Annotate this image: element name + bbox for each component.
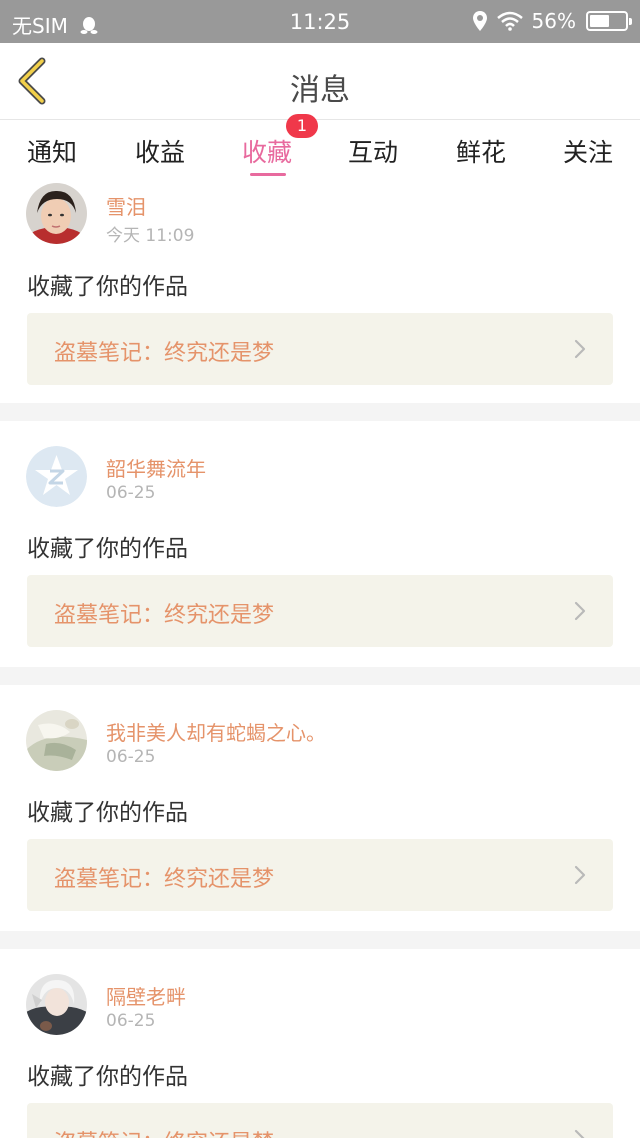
page-title: 消息 xyxy=(290,73,350,108)
wifi-icon xyxy=(496,11,523,31)
divider xyxy=(0,667,640,685)
tab-notifications[interactable]: 通知 xyxy=(0,133,106,169)
work-link[interactable]: 盗墓笔记：终究还是梦 xyxy=(27,839,613,911)
action-text: 收藏了你的作品 xyxy=(27,800,188,826)
work-link[interactable]: 盗墓笔记：终究还是梦 xyxy=(27,1103,613,1138)
chevron-right-icon xyxy=(574,1129,585,1138)
user-name[interactable]: 雪泪 xyxy=(106,191,146,220)
chevron-right-icon xyxy=(574,865,586,885)
list-item: 韶华舞流年 06-25 收藏了你的作品 盗墓笔记：终究还是梦 xyxy=(0,421,640,647)
work-title: 盗墓笔记：终究还是梦 xyxy=(54,341,275,366)
tab-favorites[interactable]: 收藏 xyxy=(213,133,321,169)
tab-flowers[interactable]: 鲜花 xyxy=(427,133,535,169)
tab-earnings[interactable]: 收益 xyxy=(106,133,214,169)
user-name[interactable]: 韶华舞流年 xyxy=(106,453,206,482)
battery-level xyxy=(590,15,610,27)
tab-interactions[interactable]: 互动 xyxy=(319,133,427,169)
work-link[interactable]: 盗墓笔记：终究还是梦 xyxy=(27,575,613,647)
action-text: 收藏了你的作品 xyxy=(27,1064,188,1090)
list-item: 雪泪 今天 11:09 收藏了你的作品 盗墓笔记：终究还是梦 xyxy=(0,179,640,403)
unread-badge: 1 xyxy=(286,114,318,138)
divider xyxy=(0,403,640,421)
location-pin-icon xyxy=(472,11,487,31)
battery-icon xyxy=(586,11,632,31)
user-name[interactable]: 隔壁老畔 xyxy=(106,981,186,1010)
message-time: 06-25 xyxy=(106,747,156,767)
chevron-right-icon xyxy=(574,339,586,359)
avatar[interactable] xyxy=(26,974,87,1035)
message-time: 06-25 xyxy=(106,483,156,503)
message-time: 今天 11:09 xyxy=(106,226,195,246)
nav-bar: 消息 xyxy=(0,43,640,120)
message-time: 06-25 xyxy=(106,1011,156,1031)
status-bar: 无SIM 11:25 56% xyxy=(0,0,640,43)
work-title: 盗墓笔记：终究还是梦 xyxy=(54,1125,274,1138)
list-item: 隔壁老畔 06-25 收藏了你的作品 盗墓笔记：终究还是梦 xyxy=(0,949,640,1138)
battery-percent: 56% xyxy=(531,9,576,33)
action-text: 收藏了你的作品 xyxy=(27,274,188,300)
avatar[interactable] xyxy=(26,710,87,771)
active-tab-indicator xyxy=(250,173,286,176)
message-list: 雪泪 今天 11:09 收藏了你的作品 盗墓笔记：终究还是梦 韶华舞流年 06-… xyxy=(0,179,640,1138)
user-name[interactable]: 我非美人却有蛇蝎之心。 xyxy=(106,717,326,746)
chevron-right-icon xyxy=(574,601,586,621)
work-link[interactable]: 盗墓笔记：终究还是梦 xyxy=(27,313,613,385)
action-text: 收藏了你的作品 xyxy=(27,536,188,562)
avatar[interactable] xyxy=(26,446,87,507)
tab-follows[interactable]: 关注 xyxy=(534,133,640,169)
work-title: 盗墓笔记：终究还是梦 xyxy=(54,867,275,892)
work-title: 盗墓笔记：终究还是梦 xyxy=(54,603,275,628)
tab-bar: 通知 收益 收藏 互动 鲜花 关注 xyxy=(0,121,640,179)
list-item: 我非美人却有蛇蝎之心。 06-25 收藏了你的作品 盗墓笔记：终究还是梦 xyxy=(0,685,640,911)
divider xyxy=(0,931,640,949)
avatar[interactable] xyxy=(26,183,87,244)
